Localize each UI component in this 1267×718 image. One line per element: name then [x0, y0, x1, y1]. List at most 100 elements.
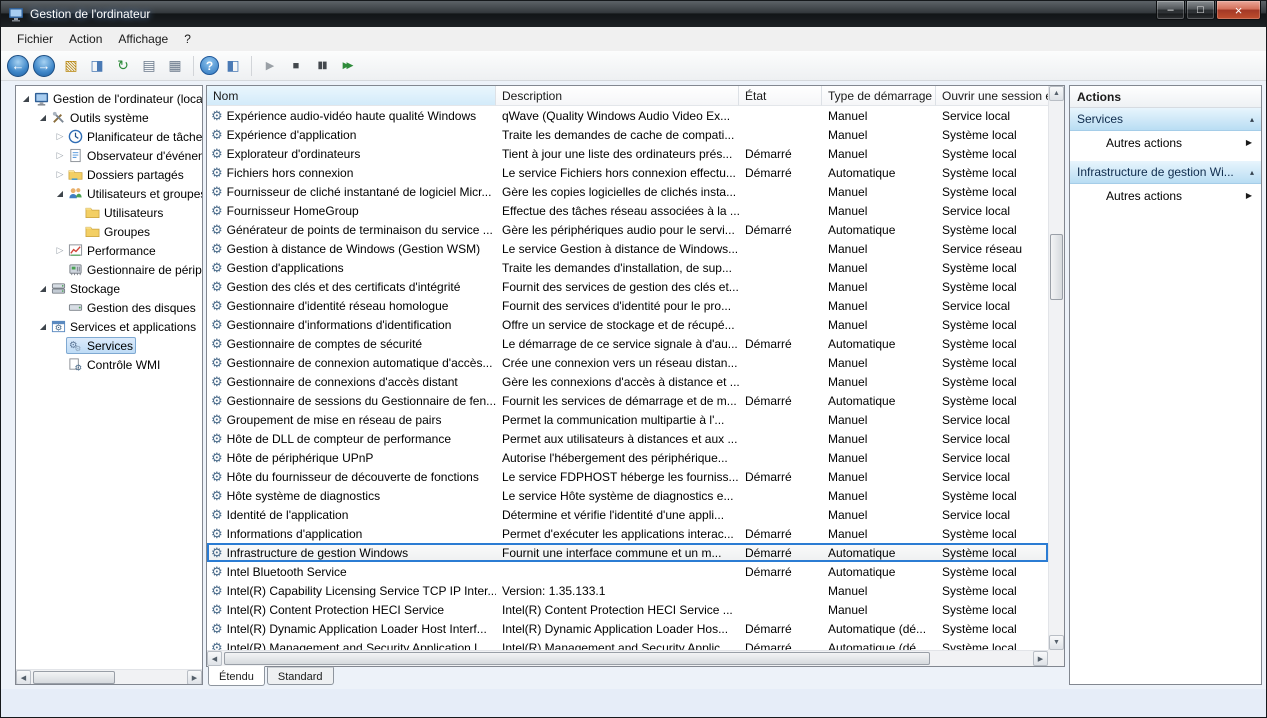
- forward-button[interactable]: →: [33, 55, 55, 77]
- tree-item-gestion-de-l-ordinateur-local[interactable]: ◢Gestion de l'ordinateur (local): [16, 89, 202, 108]
- show-console-tree-button[interactable]: ▧: [59, 54, 83, 78]
- tree-item-outils-systeme[interactable]: ◢Outils système: [16, 108, 202, 127]
- titlebar[interactable]: Gestion de l'ordinateur – □ ×: [1, 1, 1266, 27]
- service-row-gestionnaire-de-sessions-du-gestionnaire-de-fen[interactable]: ⚙Gestionnaire de sessions du Gestionnair…: [207, 391, 1048, 410]
- service-row-intel-r-management-and-security-application-l[interactable]: ⚙Intel(R) Management and Security Applic…: [207, 638, 1048, 650]
- action-item-autres-actions[interactable]: Autres actions▶: [1070, 184, 1261, 207]
- tree-item-observateur-d-evenements[interactable]: ▷Observateur d'événements: [16, 146, 202, 165]
- tree-node[interactable]: ⚙⚙Services: [66, 337, 136, 354]
- service-row-experience-d-application[interactable]: ⚙Expérience d'applicationTraite les dema…: [207, 125, 1048, 144]
- service-row-intel-r-dynamic-application-loader-host-interf[interactable]: ⚙Intel(R) Dynamic Application Loader Hos…: [207, 619, 1048, 638]
- tree-node[interactable]: Groupes: [83, 223, 153, 240]
- action-group-services[interactable]: Services▴: [1070, 108, 1261, 131]
- tree-node[interactable]: Utilisateurs: [83, 204, 166, 221]
- service-row-fichiers-hors-connexion[interactable]: ⚙Fichiers hors connexionLe service Fichi…: [207, 163, 1048, 182]
- action-group-infrastructure-de-gestion-wi[interactable]: Infrastructure de gestion Wi...▴: [1070, 161, 1261, 184]
- expanded-icon[interactable]: ◢: [54, 189, 66, 198]
- list-vertical-scrollbar[interactable]: ▲ ▼: [1048, 86, 1064, 650]
- export-list-button[interactable]: ▤: [137, 54, 161, 78]
- service-row-gestionnaire-de-connexions-d-acces-distant[interactable]: ⚙Gestionnaire de connexions d'accès dist…: [207, 372, 1048, 391]
- tree-item-services-et-applications[interactable]: ◢⚙Services et applications: [16, 317, 202, 336]
- service-row-infrastructure-de-gestion-windows[interactable]: ⚙Infrastructure de gestion WindowsFourni…: [207, 543, 1048, 562]
- scroll-up-button[interactable]: ▲: [1049, 86, 1064, 101]
- service-row-explorateur-d-ordinateurs[interactable]: ⚙Explorateur d'ordinateursTient à jour u…: [207, 144, 1048, 163]
- tree-node[interactable]: Observateur d'événements: [66, 147, 202, 164]
- tree-node[interactable]: Gestion de l'ordinateur (local): [32, 90, 202, 107]
- service-row-identite-de-l-application[interactable]: ⚙Identité de l'applicationDétermine et v…: [207, 505, 1048, 524]
- tab-etendu[interactable]: Étendu: [208, 666, 265, 686]
- refresh-button[interactable]: ↻: [111, 54, 135, 78]
- service-row-hote-du-fournisseur-de-decouverte-de-fonctions[interactable]: ⚙Hôte du fournisseur de découverte de fo…: [207, 467, 1048, 486]
- tree-node[interactable]: Gestion des disques: [66, 299, 199, 316]
- scroll-left-button[interactable]: ◀: [16, 670, 31, 685]
- tree-item-dossiers-partages[interactable]: ▷Dossiers partagés: [16, 165, 202, 184]
- service-row-informations-d-application[interactable]: ⚙Informations d'applicationPermet d'exéc…: [207, 524, 1048, 543]
- menu-item-affichage[interactable]: Affichage: [110, 29, 176, 49]
- scroll-left-button[interactable]: ◀: [207, 651, 222, 666]
- collapsed-icon[interactable]: ▷: [54, 131, 66, 142]
- vertical-scrollbar-thumb[interactable]: [1050, 234, 1063, 300]
- chevron-up-icon[interactable]: ▴: [1244, 168, 1254, 177]
- service-row-generateur-de-points-de-terminaison-du-service[interactable]: ⚙Générateur de points de terminaison du …: [207, 220, 1048, 239]
- menu-item-action[interactable]: Action: [61, 29, 110, 49]
- service-row-fournisseur-homegroup[interactable]: ⚙Fournisseur HomeGroupEffectue des tâche…: [207, 201, 1048, 220]
- maximize-button[interactable]: □: [1186, 1, 1215, 20]
- service-row-gestionnaire-de-comptes-de-securite[interactable]: ⚙Gestionnaire de comptes de sécuritéLe d…: [207, 334, 1048, 353]
- service-row-gestionnaire-d-identite-reseau-homologue[interactable]: ⚙Gestionnaire d'identité réseau homologu…: [207, 296, 1048, 315]
- close-button[interactable]: ×: [1216, 1, 1261, 20]
- tree-item-utilisateurs-et-groupes-locaux[interactable]: ◢Utilisateurs et groupes locaux: [16, 184, 202, 203]
- service-row-hote-systeme-de-diagnostics[interactable]: ⚙Hôte système de diagnosticsLe service H…: [207, 486, 1048, 505]
- list-horizontal-scrollbar[interactable]: ◀ ▶: [207, 650, 1048, 666]
- service-row-experience-audio-video-haute-qualite-windows[interactable]: ⚙Expérience audio-vidéo haute qualité Wi…: [207, 106, 1048, 125]
- start-service-button[interactable]: ▶: [258, 54, 282, 78]
- help-button[interactable]: ?: [200, 56, 219, 75]
- service-row-gestion-a-distance-de-windows-gestion-wsm[interactable]: ⚙Gestion à distance de Windows (Gestion …: [207, 239, 1048, 258]
- tree-node[interactable]: ⚙Services et applications: [49, 318, 199, 335]
- column-header-nom[interactable]: Nom: [207, 86, 496, 106]
- column-header-ouvrir-une-session-en-tant-que[interactable]: Ouvrir une session en tant que: [936, 86, 1048, 106]
- tree-node[interactable]: Gestionnaire de périphériques: [66, 261, 202, 278]
- tree-node[interactable]: ⚙Contrôle WMI: [66, 356, 163, 373]
- service-row-intel-r-content-protection-heci-service[interactable]: ⚙Intel(R) Content Protection HECI Servic…: [207, 600, 1048, 619]
- restart-service-button[interactable]: ▶▶: [336, 54, 360, 78]
- tree-node[interactable]: Performance: [66, 242, 159, 259]
- scroll-right-button[interactable]: ▶: [187, 670, 202, 685]
- service-row-gestion-d-applications[interactable]: ⚙Gestion d'applicationsTraite les demand…: [207, 258, 1048, 277]
- action-item-autres-actions[interactable]: Autres actions▶: [1070, 131, 1261, 154]
- properties-button[interactable]: ▦: [163, 54, 187, 78]
- tree-item-gestion-des-disques[interactable]: Gestion des disques: [16, 298, 202, 317]
- service-row-hote-de-dll-de-compteur-de-performance[interactable]: ⚙Hôte de DLL de compteur de performanceP…: [207, 429, 1048, 448]
- tree-item-utilisateurs[interactable]: Utilisateurs: [16, 203, 202, 222]
- horizontal-scrollbar-thumb[interactable]: [224, 652, 930, 665]
- collapsed-icon[interactable]: ▷: [54, 169, 66, 180]
- menu-item-help[interactable]: ?: [176, 29, 199, 49]
- scroll-right-button[interactable]: ▶: [1033, 651, 1048, 666]
- tree-item-gestionnaire-de-peripheriques[interactable]: Gestionnaire de périphériques: [16, 260, 202, 279]
- tree-item-performance[interactable]: ▷Performance: [16, 241, 202, 260]
- stop-service-button[interactable]: ■: [284, 54, 308, 78]
- minimize-button[interactable]: –: [1156, 1, 1185, 20]
- tree-node[interactable]: Outils système: [49, 109, 152, 126]
- service-row-gestion-des-cles-et-des-certificats-d-integrite[interactable]: ⚙Gestion des clés et des certificats d'i…: [207, 277, 1048, 296]
- tree-item-planificateur-de-taches[interactable]: ▷Planificateur de tâches: [16, 127, 202, 146]
- expanded-icon[interactable]: ◢: [37, 284, 49, 293]
- tree-node[interactable]: Utilisateurs et groupes locaux: [66, 185, 202, 202]
- tree-item-stockage[interactable]: ◢Stockage: [16, 279, 202, 298]
- service-row-gestionnaire-de-connexion-automatique-d-acces[interactable]: ⚙Gestionnaire de connexion automatique d…: [207, 353, 1048, 372]
- tree-item-controle-wmi[interactable]: ⚙Contrôle WMI: [16, 355, 202, 374]
- expanded-icon[interactable]: ◢: [20, 94, 32, 103]
- service-row-intel-r-capability-licensing-service-tcp-ip-inter[interactable]: ⚙Intel(R) Capability Licensing Service T…: [207, 581, 1048, 600]
- service-row-fournisseur-de-cliche-instantane-de-logiciel-micr[interactable]: ⚙Fournisseur de cliché instantané de log…: [207, 182, 1048, 201]
- collapsed-icon[interactable]: ▷: [54, 150, 66, 161]
- service-row-intel-bluetooth-service[interactable]: ⚙Intel Bluetooth ServiceDémarréAutomatiq…: [207, 562, 1048, 581]
- column-header-etat[interactable]: État: [739, 86, 822, 106]
- pause-service-button[interactable]: ▮▮: [310, 54, 334, 78]
- extended-view-button[interactable]: ◧: [221, 54, 245, 78]
- tree-node[interactable]: Stockage: [49, 280, 123, 297]
- tab-standard[interactable]: Standard: [267, 667, 334, 685]
- service-row-gestionnaire-d-informations-d-identification[interactable]: ⚙Gestionnaire d'informations d'identific…: [207, 315, 1048, 334]
- expanded-icon[interactable]: ◢: [37, 113, 49, 122]
- chevron-up-icon[interactable]: ▴: [1244, 115, 1254, 124]
- back-button[interactable]: ←: [7, 55, 29, 77]
- horizontal-scrollbar-thumb[interactable]: [33, 671, 115, 684]
